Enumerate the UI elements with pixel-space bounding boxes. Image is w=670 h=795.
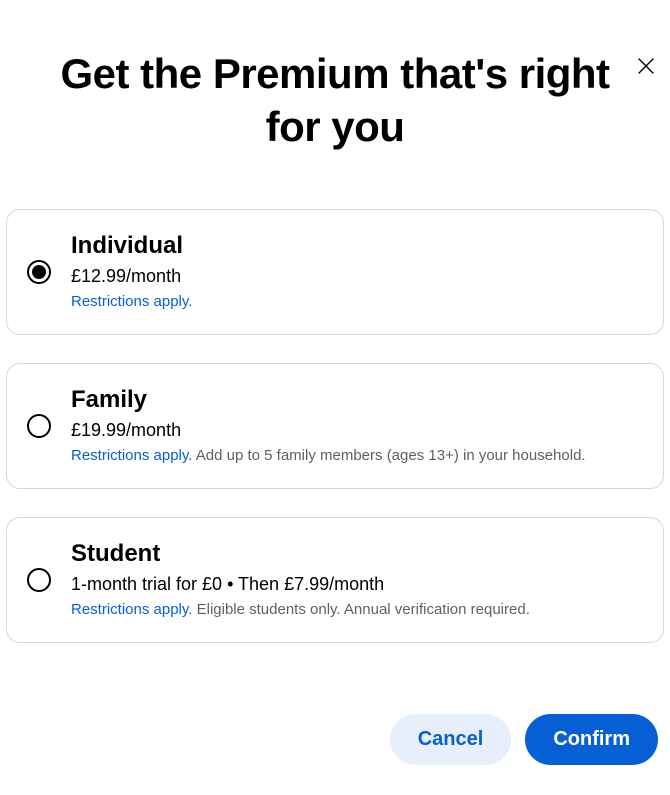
- cancel-button[interactable]: Cancel: [390, 714, 512, 765]
- confirm-button[interactable]: Confirm: [525, 714, 658, 765]
- radio-individual[interactable]: [27, 260, 51, 284]
- plan-price: 1-month trial for £0 • Then £7.99/month: [71, 574, 643, 595]
- radio-dot: [32, 265, 46, 279]
- plan-option-family[interactable]: Family £19.99/month Restrictions apply. Ad…: [6, 363, 664, 489]
- plan-name: Student: [71, 540, 643, 568]
- page-title: Get the Premium that's right for you: [55, 48, 615, 153]
- plan-note: Restrictions apply. Add up to 5 family m…: [71, 445, 643, 466]
- plan-price: £12.99/month: [71, 266, 643, 287]
- plan-name: Individual: [71, 232, 643, 260]
- radio-family[interactable]: [27, 414, 51, 438]
- restrictions-link[interactable]: Restrictions apply.: [71, 447, 192, 464]
- dialog-footer: Cancel Confirm: [390, 714, 658, 765]
- plan-option-individual[interactable]: Individual £12.99/month Restrictions apply…: [6, 209, 664, 335]
- plan-option-student[interactable]: Student 1-month trial for £0 • Then £7.99…: [6, 517, 664, 643]
- plan-price: £19.99/month: [71, 420, 643, 441]
- plan-name: Family: [71, 386, 643, 414]
- restrictions-link[interactable]: Restrictions apply.: [71, 601, 192, 618]
- close-icon: [635, 55, 657, 82]
- plan-note-text: Add up to 5 family members (ages 13+) in…: [192, 447, 585, 464]
- close-button[interactable]: [632, 54, 660, 82]
- plan-note-text: Eligible students only. Annual verificat…: [192, 601, 529, 618]
- restrictions-link[interactable]: Restrictions apply.: [71, 293, 192, 310]
- plan-note: Restrictions apply.: [71, 291, 643, 312]
- radio-student[interactable]: [27, 568, 51, 592]
- plan-note: Restrictions apply. Eligible students on…: [71, 599, 643, 620]
